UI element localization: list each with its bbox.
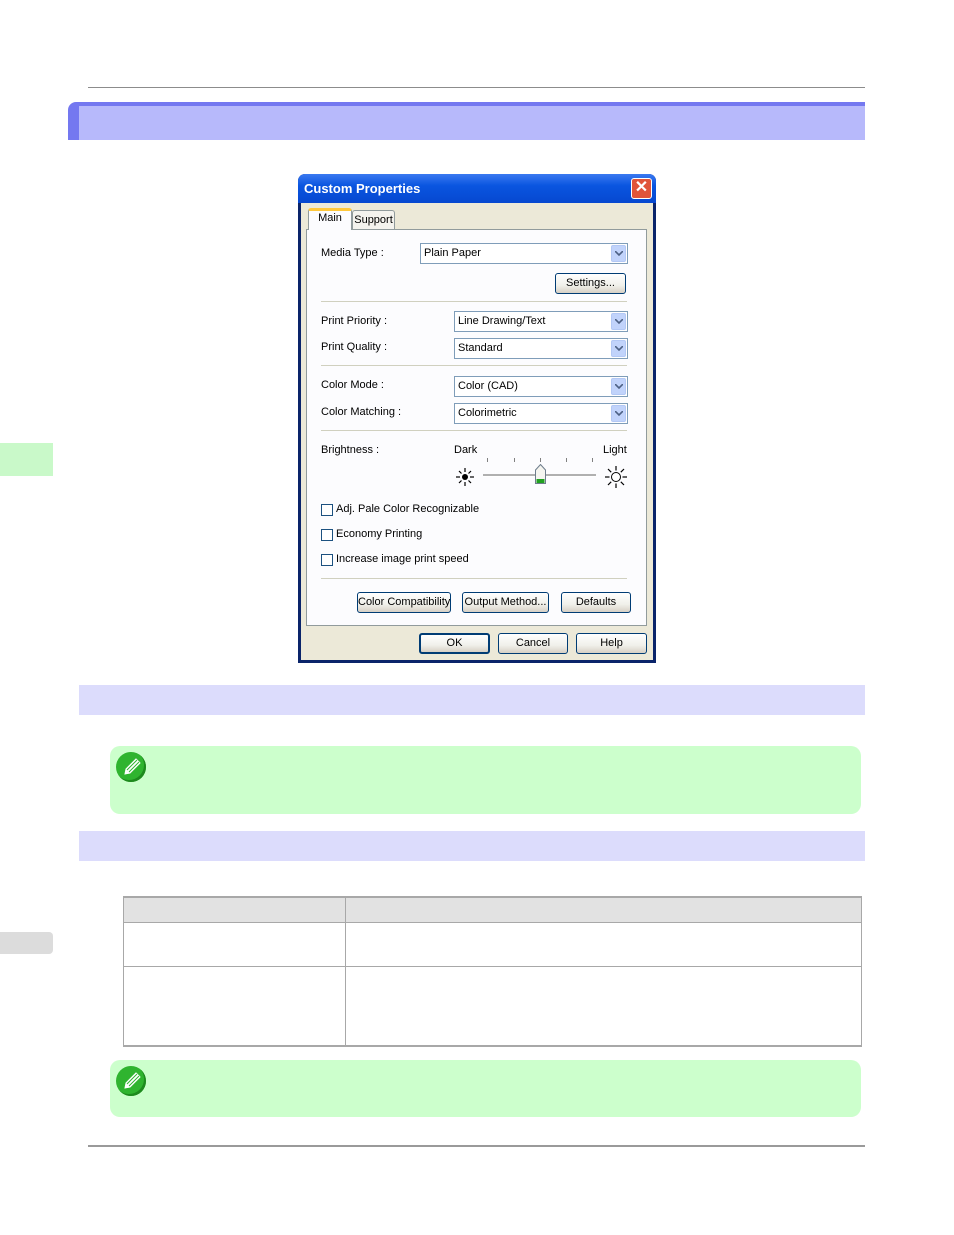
print-quality-value: Standard — [458, 342, 503, 354]
close-icon[interactable]: ✕ — [631, 178, 652, 199]
color-compatibility-button[interactable]: Color Compatibility — [357, 592, 451, 613]
note-box — [110, 746, 861, 814]
footer-rule — [88, 1145, 865, 1147]
settings-table — [123, 896, 862, 1047]
custom-properties-dialog: Custom Properties ✕ Main Support Media T… — [298, 174, 656, 663]
dialog-title: Custom Properties — [304, 181, 421, 196]
settings-button[interactable]: Settings... — [555, 273, 626, 294]
dialog-client-area: Main Support Media Type : Plain Paper Se… — [301, 203, 653, 660]
color-mode-label: Color Mode : — [321, 379, 384, 391]
increase-print-speed-label: Increase image print speed — [336, 553, 469, 565]
color-mode-select[interactable]: Color (CAD) — [454, 376, 628, 397]
brightness-light-label: Light — [603, 444, 627, 456]
economy-printing-checkbox[interactable] — [321, 529, 333, 541]
separator — [321, 301, 627, 302]
chevron-down-icon — [611, 340, 626, 357]
color-matching-select[interactable]: Colorimetric — [454, 403, 628, 424]
brightness-label: Brightness : — [321, 444, 380, 456]
table-cell — [345, 922, 862, 968]
output-method-button[interactable]: Output Method... — [462, 592, 549, 613]
media-type-label: Media Type : — [321, 247, 384, 259]
side-chapter-tab — [0, 443, 53, 476]
print-quality-label: Print Quality : — [321, 341, 388, 353]
defaults-button[interactable]: Defaults — [561, 592, 631, 613]
table-header-cell — [123, 896, 346, 924]
slider-tick — [487, 458, 488, 462]
media-type-value: Plain Paper — [424, 247, 481, 259]
table-header-cell — [345, 896, 862, 924]
brightness-dark-label: Dark — [454, 444, 478, 456]
chapter-banner — [68, 102, 865, 140]
separator — [321, 365, 627, 366]
chevron-down-icon — [611, 313, 626, 330]
tab-main[interactable]: Main — [308, 208, 352, 230]
print-priority-label: Print Priority : — [321, 315, 388, 327]
slider-tick — [514, 458, 515, 462]
print-priority-value: Line Drawing/Text — [458, 315, 546, 327]
settings-button-label: Settings... — [566, 277, 615, 289]
media-type-select[interactable]: Plain Paper — [420, 243, 628, 264]
adj-pale-color-checkbox[interactable] — [321, 504, 333, 516]
economy-printing-label: Economy Printing — [336, 528, 423, 540]
brightness-slider-thumb[interactable] — [535, 464, 546, 484]
slider-tick — [540, 458, 541, 462]
section-heading-band — [79, 685, 865, 715]
note-box — [110, 1060, 861, 1117]
table-cell — [123, 922, 346, 968]
slider-tick — [566, 458, 567, 462]
pencil-note-icon — [116, 752, 146, 782]
dialog-titlebar: Custom Properties ✕ — [298, 174, 656, 203]
tab-support[interactable]: Support — [352, 210, 395, 230]
print-priority-select[interactable]: Line Drawing/Text — [454, 311, 628, 332]
table-bottom-rule — [123, 1045, 862, 1047]
slider-tick — [592, 458, 593, 462]
color-mode-value: Color (CAD) — [458, 380, 518, 392]
help-button[interactable]: Help — [576, 633, 647, 654]
separator — [321, 430, 627, 431]
chevron-down-icon — [611, 405, 626, 422]
ok-button[interactable]: OK — [419, 633, 490, 654]
adj-pale-color-label: Adj. Pale Color Recognizable — [336, 503, 480, 515]
print-quality-select[interactable]: Standard — [454, 338, 628, 359]
color-matching-value: Colorimetric — [458, 407, 517, 419]
separator — [321, 578, 627, 579]
table-top-rule — [123, 896, 862, 898]
section-heading-band — [79, 831, 865, 861]
side-page-tab — [0, 932, 53, 954]
sun-light-icon — [605, 466, 627, 488]
increase-print-speed-checkbox[interactable] — [321, 554, 333, 566]
chevron-down-icon — [611, 378, 626, 395]
pencil-note-icon — [116, 1066, 146, 1096]
table-cell — [123, 966, 346, 1047]
table-cell — [345, 966, 862, 1047]
main-tab-panel: Media Type : Plain Paper Settings... Pri… — [306, 229, 647, 626]
header-rule — [88, 87, 865, 88]
chevron-down-icon — [611, 245, 626, 262]
color-matching-label: Color Matching : — [321, 406, 402, 418]
cancel-button[interactable]: Cancel — [498, 633, 568, 654]
sun-dark-icon — [456, 468, 474, 486]
